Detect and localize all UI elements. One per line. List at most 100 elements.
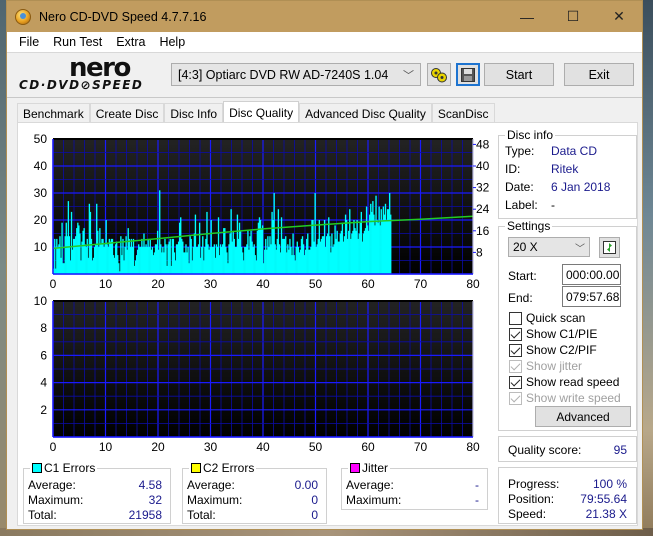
disc-date-label: Date:	[505, 180, 534, 194]
x-tick-label: 50	[309, 440, 323, 454]
jitter-title-text: Jitter	[362, 461, 389, 475]
c1-total-label: Total:	[28, 508, 57, 522]
x-tick-label: 60	[361, 440, 375, 454]
c1-legend-swatch	[32, 463, 42, 473]
drive-settings-icon	[431, 67, 447, 82]
y2-tick-label: 16	[476, 224, 490, 238]
jitter-maximum-label: Maximum:	[346, 493, 402, 507]
menu-file[interactable]: File	[12, 35, 46, 49]
speed-select[interactable]: 20 X ﹀	[508, 237, 590, 257]
checkbox-label: Quick scan	[526, 311, 586, 325]
c2-average-value: 0.00	[294, 478, 318, 492]
title-bar[interactable]: Nero CD-DVD Speed 4.7.7.16 — ☐ ✕	[7, 1, 642, 32]
tab-scandisc[interactable]: ScanDisc	[431, 103, 495, 123]
c2-maximum-label: Maximum:	[187, 493, 243, 507]
x-tick-label: 80	[466, 277, 480, 291]
settings-group: Settings 20 X ﹀ Start: 000:00.00 End: 07…	[498, 219, 637, 431]
y-tick-label: 20	[34, 213, 48, 227]
nero-logo: nero CD·DVD⊘SPEED	[17, 53, 167, 94]
x-tick-label: 0	[50, 440, 57, 454]
c1-maximum-value: 32	[148, 493, 162, 507]
drive-settings-button[interactable]	[427, 63, 451, 86]
c2-errors-group: C2 Errors Average: 0.00 Maximum: 0 Total…	[182, 461, 327, 524]
jitter-average-value: -	[475, 478, 479, 492]
jitter-maximum-value: -	[475, 493, 479, 507]
c1-total-value: 21958	[128, 508, 162, 522]
c2-maximum-value: 0	[311, 493, 318, 507]
tab-disc-info[interactable]: Disc Info	[164, 103, 224, 123]
menu-run-test[interactable]: Run Test	[46, 35, 109, 49]
checkbox-box	[509, 375, 522, 389]
start-button[interactable]: Start	[484, 63, 554, 86]
start-time-input[interactable]: 000:00.00	[562, 264, 621, 285]
disc-type-value: Data CD	[551, 144, 598, 158]
c2-title-text: C2 Errors	[203, 461, 255, 475]
show-write-speed-checkbox[interactable]: Show write speed	[509, 391, 621, 405]
show-jitter-checkbox[interactable]: Show jitter	[509, 359, 582, 373]
y2-tick-label: 24	[476, 202, 490, 216]
close-button[interactable]: ✕	[596, 1, 642, 32]
checkbox-label: Show jitter	[526, 359, 583, 373]
c1-errors-title: C1 Errors	[30, 461, 98, 475]
c1-error-bar	[390, 214, 392, 274]
c1-title-text: C1 Errors	[44, 461, 96, 475]
y-tick-label: 10	[34, 240, 48, 254]
menu-bar: File Run Test Extra Help	[7, 32, 642, 52]
app-icon	[15, 8, 31, 25]
x-tick-label: 20	[151, 277, 165, 291]
y-tick-label: 6	[40, 348, 47, 362]
disc-label-value: -	[551, 198, 555, 212]
x-tick-label: 20	[151, 440, 165, 454]
checkbox-box	[509, 327, 522, 341]
tab-advanced-disc-quality[interactable]: Advanced Disc Quality	[299, 103, 432, 123]
maximize-button[interactable]: ☐	[550, 1, 596, 32]
x-tick-label: 60	[361, 277, 375, 291]
app-window: Nero CD-DVD Speed 4.7.7.16 — ☐ ✕ File Ru…	[6, 0, 643, 530]
quality-score-group: Quality score: 95	[498, 436, 637, 462]
tab-benchmark[interactable]: Benchmark	[17, 103, 90, 123]
end-time-input[interactable]: 079:57.68	[562, 286, 621, 307]
x-tick-label: 0	[50, 277, 57, 291]
x-tick-label: 40	[256, 277, 270, 291]
progress-label: Progress:	[508, 477, 560, 491]
x-tick-label: 30	[204, 440, 218, 454]
x-tick-label: 80	[466, 440, 480, 454]
c2-total-value: 0	[311, 508, 318, 522]
y-tick-label: 8	[40, 321, 47, 335]
c2-legend-swatch	[191, 463, 201, 473]
tab-disc-quality[interactable]: Disc Quality	[223, 101, 300, 123]
y-tick-label: 40	[34, 159, 48, 173]
advanced-button[interactable]: Advanced	[535, 406, 631, 427]
menu-extra[interactable]: Extra	[109, 35, 152, 49]
speed-label: Speed:	[508, 507, 547, 521]
y2-tick-label: 40	[476, 159, 490, 173]
menu-help[interactable]: Help	[152, 35, 192, 49]
save-button[interactable]	[456, 63, 480, 86]
y-tick-label: 4	[40, 376, 47, 390]
tab-create-disc[interactable]: Create Disc	[89, 103, 165, 123]
jitter-legend-swatch	[350, 463, 360, 473]
refresh-button[interactable]	[599, 237, 620, 258]
checkbox-box	[509, 343, 522, 357]
minimize-button[interactable]: —	[504, 1, 550, 32]
drive-select[interactable]: [4:3] Optiarc DVD RW AD-7240S 1.04 ﹀	[171, 63, 421, 86]
quick-scan-checkbox[interactable]: Quick scan	[509, 311, 585, 325]
x-tick-label: 10	[99, 277, 113, 291]
settings-title: Settings	[505, 219, 553, 233]
x-tick-label: 10	[99, 440, 113, 454]
y-tick-label: 2	[40, 403, 47, 417]
disc-info-title: Disc info	[505, 128, 556, 142]
show-c1-pie-checkbox[interactable]: Show C1/PIE	[509, 327, 597, 341]
exit-button[interactable]: Exit	[564, 63, 634, 86]
speed-select-value: 20 X	[513, 240, 538, 254]
save-icon	[461, 67, 475, 82]
position-value: 79:55.64	[580, 492, 627, 506]
jitter-group: Jitter Average: - Maximum: -	[341, 461, 488, 510]
y-tick-label: 10	[34, 294, 48, 308]
checkbox-label: Show C2/PIF	[526, 343, 597, 357]
show-read-speed-checkbox[interactable]: Show read speed	[509, 375, 619, 389]
show-c2-pif-checkbox[interactable]: Show C2/PIF	[509, 343, 597, 357]
x-tick-label: 70	[414, 440, 428, 454]
jitter-title: Jitter	[348, 461, 391, 475]
x-tick-label: 30	[204, 277, 218, 291]
